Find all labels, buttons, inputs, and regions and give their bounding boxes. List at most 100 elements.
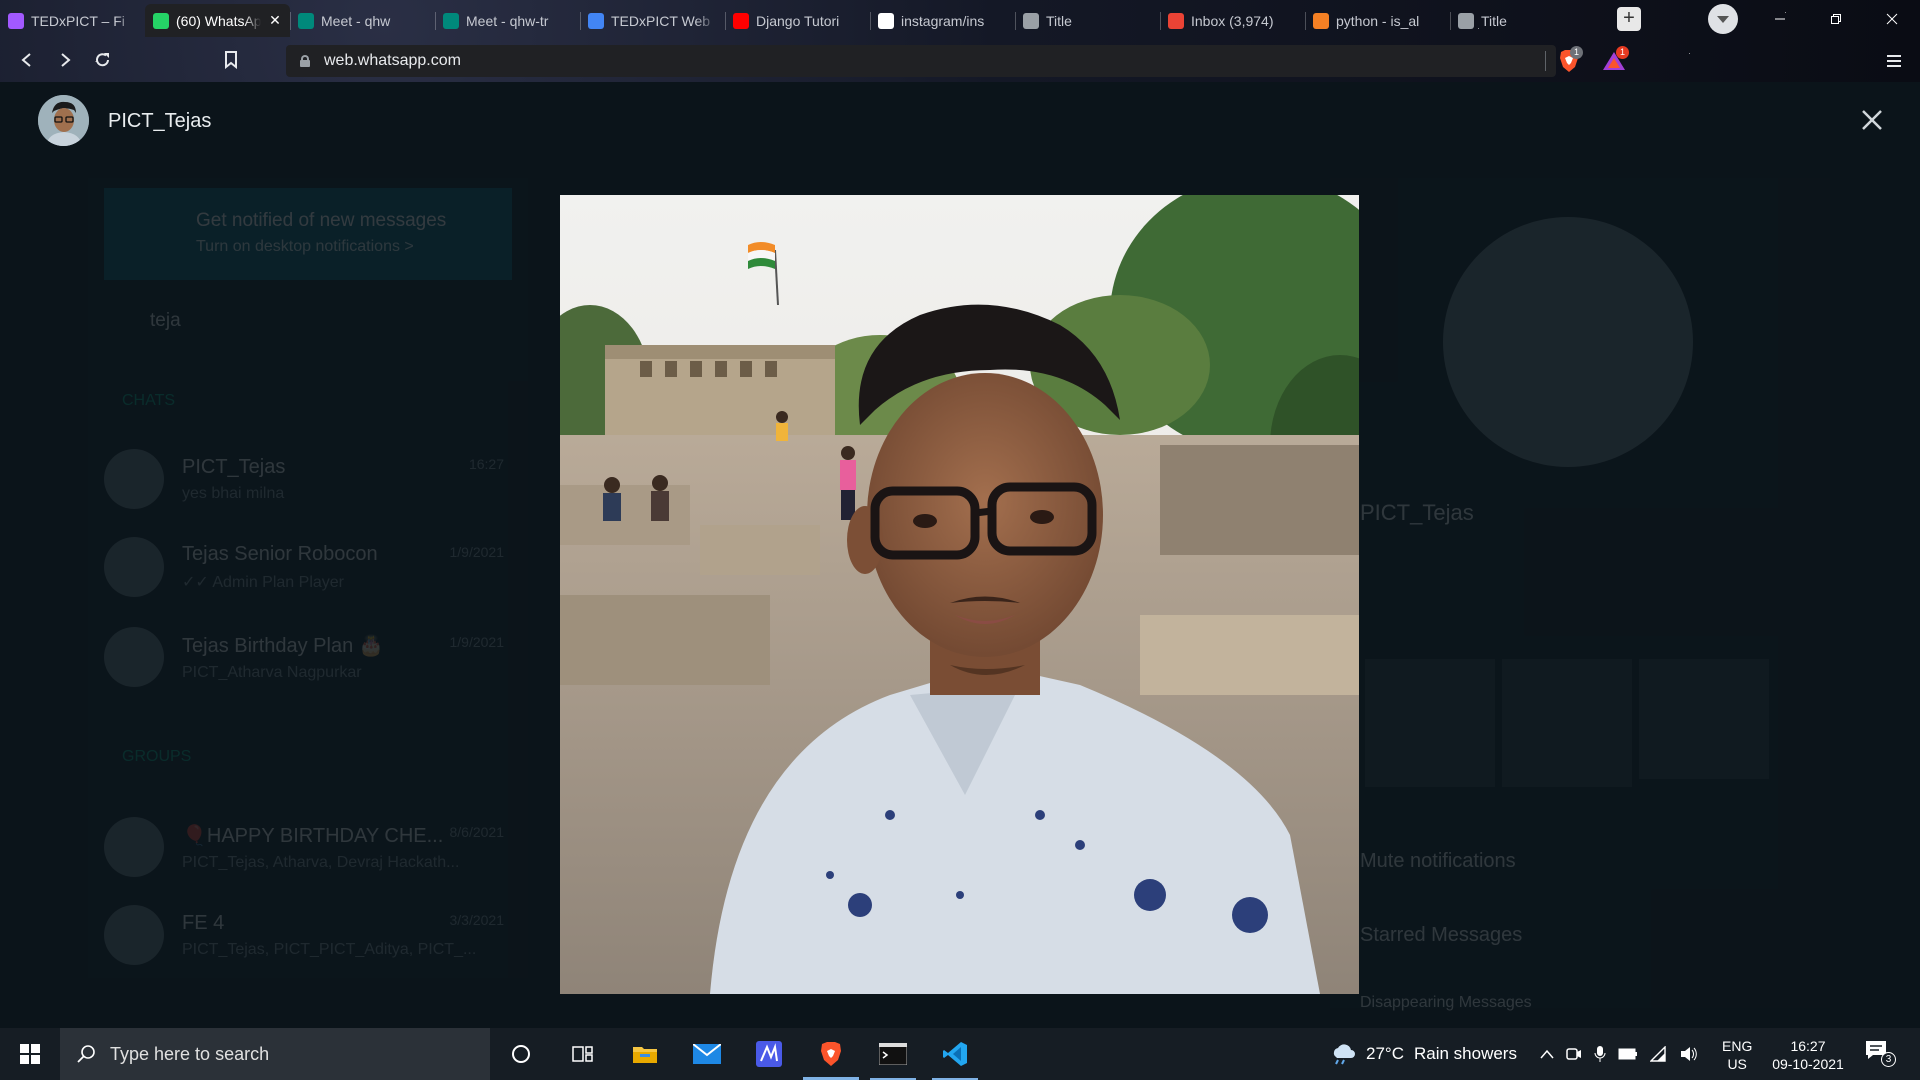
- microphone-icon[interactable]: [1594, 1045, 1606, 1063]
- weather-description: Rain showers: [1413, 1044, 1517, 1063]
- task-view-icon: [572, 1046, 593, 1062]
- brave-rewards-button[interactable]: 1: [1602, 46, 1629, 72]
- browser-menu-button[interactable]: [1880, 47, 1908, 75]
- reload-button[interactable]: [84, 41, 122, 79]
- browser-tab[interactable]: python - is_al: [1305, 4, 1450, 37]
- folder-icon: [633, 1047, 657, 1063]
- restore-button[interactable]: [1808, 0, 1864, 37]
- brave-lion-icon: [821, 1042, 841, 1066]
- meet-icon: [298, 12, 314, 29]
- avatar[interactable]: [38, 95, 89, 146]
- rewards-count-badge: 1: [1616, 46, 1629, 59]
- browser-tab[interactable]: Title: [1450, 4, 1595, 37]
- browser-tab[interactable]: Inbox (3,974): [1160, 4, 1305, 37]
- bookmark-button[interactable]: [212, 41, 250, 79]
- browser-tab[interactable]: (60) WhatsApp ✕: [145, 4, 290, 37]
- back-arrow-icon: [21, 52, 31, 67]
- profile-menu-button[interactable]: [1708, 4, 1738, 34]
- tab-title: Title: [1046, 12, 1072, 29]
- minimize-button[interactable]: [1752, 0, 1808, 37]
- window-controls: [1752, 0, 1920, 37]
- weather-widget[interactable]: 27°C Rain showers: [1330, 1028, 1517, 1080]
- start-button[interactable]: [0, 1028, 60, 1080]
- taskbar-mail[interactable]: [676, 1028, 738, 1080]
- search-placeholder: Type here to search: [110, 1043, 270, 1064]
- back-button[interactable]: [8, 41, 46, 79]
- camera-icon[interactable]: [1566, 1046, 1582, 1062]
- taskbar-vscode[interactable]: [924, 1028, 986, 1080]
- taskbar-file-explorer[interactable]: [614, 1028, 676, 1080]
- brave-shields-button[interactable]: 1: [1558, 46, 1583, 73]
- browser-tab[interactable]: TEDxPICT Web: [580, 4, 725, 37]
- media-image: [560, 195, 1359, 994]
- cortana-button[interactable]: [490, 1028, 552, 1080]
- taskbar-app-m[interactable]: [738, 1028, 800, 1080]
- media-thumbnail: [1502, 659, 1632, 787]
- contact-name: PICT_Tejas: [1360, 500, 1474, 525]
- new-tab-button[interactable]: +: [1617, 7, 1641, 31]
- minimize-icon: [1775, 18, 1785, 19]
- taskbar-terminal[interactable]: [862, 1028, 924, 1080]
- rain-cloud-icon: [1333, 1044, 1355, 1065]
- windows-logo-icon: [20, 1044, 40, 1064]
- notification-link: Turn on desktop notifications >: [196, 238, 414, 255]
- search-icon: [77, 1045, 95, 1063]
- chevron-down-icon: [1717, 15, 1729, 23]
- action-center-button[interactable]: 3: [1864, 1039, 1896, 1069]
- tab-title: Meet - qhw: [321, 12, 391, 29]
- close-viewer-button[interactable]: [1854, 102, 1890, 138]
- close-window-button[interactable]: [1864, 0, 1920, 37]
- tab-title: Django Tutori: [756, 12, 840, 29]
- forward-button[interactable]: [46, 41, 84, 79]
- tab-title: (60) WhatsApp: [176, 12, 261, 29]
- weather-temperature: 27°C: [1366, 1044, 1404, 1063]
- restore-icon: [1831, 13, 1841, 24]
- mute-label: Mute notifications: [1360, 850, 1516, 872]
- forward-arrow-icon: [61, 52, 71, 67]
- tab-title: instagram/ins: [901, 12, 985, 29]
- app-m-icon: [756, 1041, 782, 1067]
- media-viewer-header: PICT_Tejas: [0, 82, 1920, 162]
- list-item: Tejas Senior Robocon ✓✓ Admin Plan Player…: [104, 532, 514, 602]
- input-language-indicator[interactable]: ENG US: [1722, 1037, 1752, 1073]
- system-clock[interactable]: 16:27 09-10-2021: [1768, 1037, 1848, 1073]
- close-tab-icon[interactable]: ✕: [268, 12, 282, 29]
- tab-title: TEDxPICT – Fi: [31, 12, 125, 29]
- address-bar[interactable]: web.whatsapp.com: [286, 45, 1556, 77]
- windows-taskbar: Type here to search 27°C Rain showers EN…: [0, 1028, 1920, 1080]
- taskbar-brave-browser[interactable]: [800, 1028, 862, 1080]
- browser-tab[interactable]: instagram/ins: [870, 4, 1015, 37]
- browser-tab[interactable]: TEDxPICT – Fi: [0, 4, 145, 37]
- tab-title: python - is_al: [1336, 12, 1420, 29]
- taskbar-search-box[interactable]: Type here to search: [60, 1028, 490, 1080]
- starred-label: Starred Messages: [1360, 924, 1523, 946]
- browser-tab[interactable]: Title: [1015, 4, 1160, 37]
- media-thumbnail: [1365, 659, 1495, 787]
- globe-icon: [1023, 12, 1039, 29]
- browser-tab[interactable]: Meet - qhw-tr: [435, 4, 580, 37]
- disappearing-label: Disappearing Messages: [1360, 994, 1532, 1011]
- volume-icon[interactable]: [1680, 1046, 1698, 1062]
- cortana-icon: [512, 1045, 530, 1063]
- docs-icon: [588, 12, 604, 29]
- chevron-up-icon[interactable]: [1540, 1049, 1554, 1059]
- list-item: PICT_Tejas yes bhai milna 16:27: [104, 444, 514, 514]
- browser-tab[interactable]: Meet - qhw: [290, 4, 435, 37]
- wifi-icon[interactable]: [1650, 1046, 1668, 1062]
- clock-date: 09-10-2021: [1772, 1056, 1844, 1072]
- task-view-button[interactable]: [552, 1028, 614, 1080]
- system-tray: [1540, 1028, 1698, 1080]
- url-text: web.whatsapp.com: [324, 52, 461, 69]
- tab-title: Title: [1481, 12, 1507, 29]
- clock-time: 16:27: [1790, 1038, 1826, 1054]
- close-icon: [1886, 13, 1898, 24]
- list-item: 🎈HAPPY BIRTHDAY CHE... PICT_Tejas, Atharv…: [104, 812, 514, 882]
- reload-icon: [96, 52, 109, 66]
- figma-icon: [8, 12, 24, 29]
- mail-icon: [693, 1044, 721, 1064]
- browser-tab[interactable]: Django Tutori: [725, 4, 870, 37]
- browser-chrome: TEDxPICT – Fi (60) WhatsApp ✕ Meet - qhw Mee…: [0, 0, 1920, 82]
- notification-banner: Get notified of new messages Turn on des…: [104, 188, 512, 280]
- battery-icon[interactable]: [1618, 1048, 1638, 1060]
- section-chats: CHATS: [122, 392, 176, 409]
